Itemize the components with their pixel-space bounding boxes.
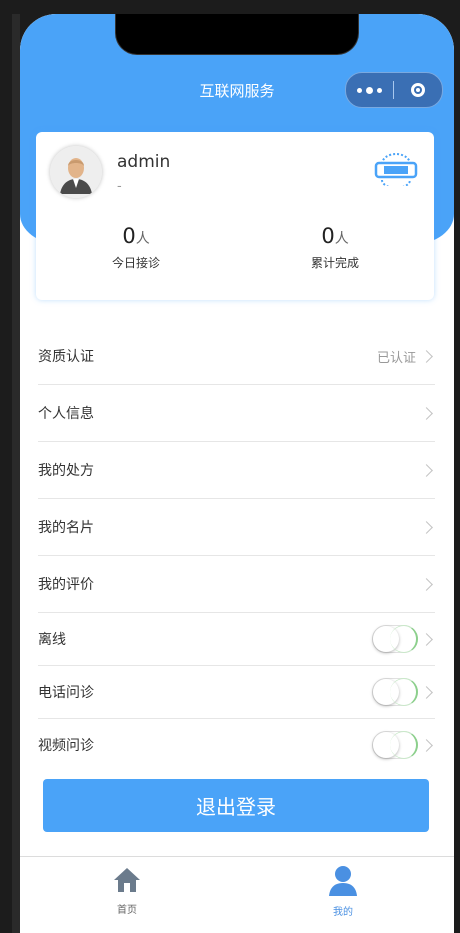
menu-item-prescriptions[interactable]: 我的处方 xyxy=(38,442,435,499)
chevron-right-icon xyxy=(420,406,433,420)
stat-today-value: 0 xyxy=(122,224,136,248)
stat-total-label: 累计完成 xyxy=(310,256,359,270)
phone-screen: 互联网服务 admin - 0人 今日接诊 0人 累计完成 资质认证 已认证 个… xyxy=(20,14,454,933)
tab-home[interactable]: 首页 xyxy=(87,865,167,916)
menu-item-label: 视频问诊 xyxy=(38,738,94,754)
video-consult-toggle[interactable] xyxy=(372,731,418,759)
stat-today-unit: 人 xyxy=(135,231,150,247)
tab-home-label: 首页 xyxy=(117,905,137,916)
verified-badge-icon xyxy=(374,150,418,189)
phone-consult-toggle[interactable] xyxy=(372,678,418,706)
chevron-right-icon xyxy=(420,632,433,646)
menu-item-label: 资质认证 xyxy=(38,349,94,365)
user-subtitle: - xyxy=(117,179,122,194)
menu-item-reviews[interactable]: 我的评价 xyxy=(38,556,435,613)
menu-item-personal-info[interactable]: 个人信息 xyxy=(38,385,435,442)
stat-total-value: 0 xyxy=(321,224,335,248)
menu-item-certification[interactable]: 资质认证 已认证 xyxy=(38,328,435,385)
menu-item-label: 我的名片 xyxy=(38,520,94,536)
stat-total: 0人 累计完成 xyxy=(265,224,405,271)
profile-card: admin - 0人 今日接诊 0人 累计完成 xyxy=(36,132,434,300)
chevron-right-icon xyxy=(420,349,433,363)
menu-item-phone-consult: 电话问诊 xyxy=(38,666,435,719)
tab-mine-label: 我的 xyxy=(333,907,353,918)
menu-item-label: 我的处方 xyxy=(38,463,94,479)
stat-total-unit: 人 xyxy=(334,231,349,247)
device-bezel xyxy=(12,14,20,933)
menu-item-label: 个人信息 xyxy=(38,406,94,422)
offline-toggle[interactable] xyxy=(372,625,418,653)
miniprogram-capsule xyxy=(345,72,443,108)
chevron-right-icon xyxy=(420,577,433,591)
user-icon xyxy=(329,866,357,896)
logout-button[interactable]: 退出登录 xyxy=(43,779,429,832)
target-circle-icon[interactable] xyxy=(394,73,441,107)
avatar[interactable] xyxy=(50,146,102,198)
menu-item-label: 电话问诊 xyxy=(38,685,94,701)
home-icon xyxy=(114,868,140,892)
more-dots-icon[interactable] xyxy=(346,73,393,107)
menu-item-offline: 离线 xyxy=(38,613,435,666)
certification-status: 已认证 xyxy=(376,350,416,366)
menu-item-label: 我的评价 xyxy=(38,577,94,593)
username: admin xyxy=(117,152,171,172)
chevron-right-icon xyxy=(420,520,433,534)
device-notch xyxy=(115,14,359,55)
menu-item-business-card[interactable]: 我的名片 xyxy=(38,499,435,556)
chevron-right-icon xyxy=(420,738,433,752)
settings-menu: 资质认证 已认证 个人信息 我的处方 我的名片 我的评价 离线 电话问诊 视频问… xyxy=(38,328,435,771)
menu-item-label: 离线 xyxy=(38,632,66,648)
tab-mine[interactable]: 我的 xyxy=(303,865,383,918)
stat-today: 0人 今日接诊 xyxy=(66,224,206,271)
chevron-right-icon xyxy=(420,463,433,477)
chevron-right-icon xyxy=(420,685,433,699)
menu-item-video-consult: 视频问诊 xyxy=(38,719,435,771)
stat-today-label: 今日接诊 xyxy=(111,256,160,270)
tab-bar: 首页 我的 xyxy=(20,856,454,933)
